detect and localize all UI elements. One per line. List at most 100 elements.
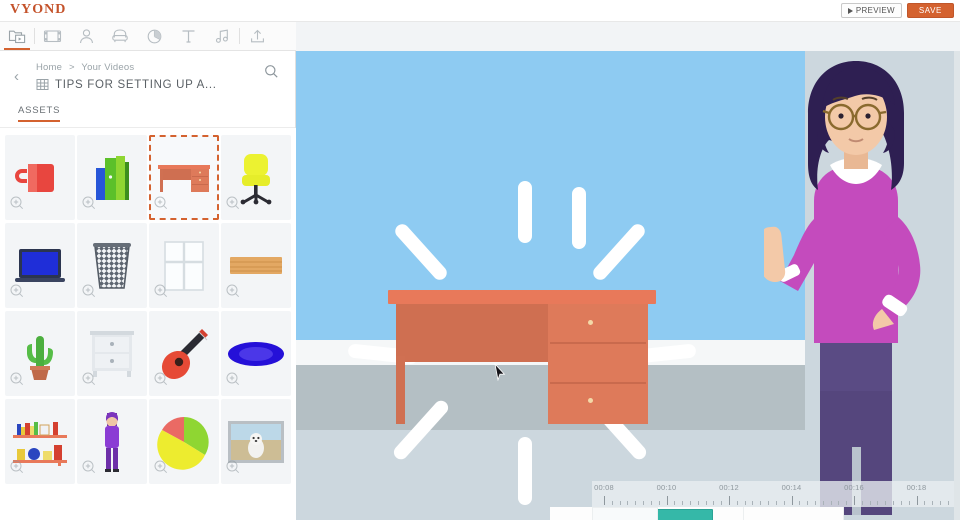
zoom-icon[interactable] xyxy=(154,284,168,303)
timeline-minor-tick xyxy=(838,501,840,505)
asset-grid xyxy=(0,128,296,520)
timeline-major-tick xyxy=(916,496,918,505)
tab-assets[interactable]: ASSETS xyxy=(18,105,61,122)
timeline-major-tick xyxy=(791,496,793,505)
asset-tile-framed-dog-photo[interactable] xyxy=(221,399,291,484)
audio-icon xyxy=(214,28,231,44)
timeline-minor-tick xyxy=(682,501,684,505)
chart-icon xyxy=(146,28,163,45)
zoom-icon[interactable] xyxy=(154,372,168,391)
scene-icon xyxy=(43,28,62,44)
asset-tile-blue-rug[interactable] xyxy=(221,311,291,396)
asset-tile-guitar[interactable] xyxy=(149,311,219,396)
page-title: TIPS FOR SETTING UP A... xyxy=(55,78,217,91)
timeline-minor-tick xyxy=(752,501,754,505)
zoom-icon[interactable] xyxy=(226,284,240,303)
desk-drawer-line xyxy=(550,342,646,344)
text-icon xyxy=(180,28,197,44)
toolbar-item-character[interactable] xyxy=(69,22,103,50)
desk-apron xyxy=(396,356,548,362)
asset-tile-office-chair[interactable] xyxy=(221,135,291,220)
timeline-minor-tick xyxy=(893,501,895,505)
timeline-minor-tick xyxy=(939,501,941,505)
toolbar-item-video[interactable] xyxy=(0,22,34,50)
timeline-minor-tick xyxy=(760,501,762,505)
character-icon xyxy=(78,28,95,45)
breadcrumb-home[interactable]: Home xyxy=(36,62,62,73)
zoom-icon[interactable] xyxy=(10,284,24,303)
back-button[interactable]: ‹ xyxy=(14,69,19,84)
grid-icon xyxy=(36,78,49,91)
scene-panel[interactable] xyxy=(744,507,844,520)
timeline-track[interactable]: 3 + xyxy=(550,507,960,520)
zoom-icon[interactable] xyxy=(154,460,168,479)
breadcrumb-current[interactable]: Your Videos xyxy=(81,62,134,73)
timeline-ruler[interactable]: 00:0800:1000:1200:1400:1600:1800:2000:22… xyxy=(592,481,960,507)
asset-tile-wire-trash-bin[interactable] xyxy=(77,223,147,308)
asset-tile-character-figure[interactable] xyxy=(77,399,147,484)
asset-tile-wood-board[interactable] xyxy=(221,223,291,308)
stage-prop-desk[interactable] xyxy=(388,290,656,425)
toolbar-item-text[interactable] xyxy=(171,22,205,50)
zoom-icon[interactable] xyxy=(226,460,240,479)
asset-tile-window[interactable] xyxy=(149,223,219,308)
asset-tile-nightstand[interactable] xyxy=(77,311,147,396)
play-icon xyxy=(847,7,853,14)
stage-scrollbar[interactable] xyxy=(954,51,960,520)
zoom-icon[interactable] xyxy=(82,196,96,215)
timeline[interactable]: 00:0800:1000:1200:1400:1600:1800:2000:22… xyxy=(550,481,960,520)
zoom-icon[interactable] xyxy=(226,196,240,215)
stage-area[interactable]: 00:0800:1000:1200:1400:1600:1800:2000:22… xyxy=(296,51,960,520)
preview-button[interactable]: PREVIEW xyxy=(840,3,902,18)
zoom-icon[interactable] xyxy=(82,284,96,303)
timeline-minor-tick xyxy=(658,501,660,505)
toolbar-item-scene[interactable] xyxy=(35,22,69,50)
timeline-minor-tick xyxy=(775,501,777,505)
asset-tile-desk[interactable] xyxy=(149,135,219,220)
asset-tile-pie-chart[interactable] xyxy=(149,399,219,484)
timeline-minor-tick xyxy=(689,501,691,505)
timeline-tick-label: 00:14 xyxy=(781,483,802,492)
save-button[interactable]: SAVE xyxy=(906,3,954,18)
asset-tile-laptop[interactable] xyxy=(5,223,75,308)
asset-tile-books[interactable] xyxy=(77,135,147,220)
zoom-icon[interactable] xyxy=(10,372,24,391)
timeline-minor-tick xyxy=(877,501,879,505)
zoom-icon[interactable] xyxy=(82,460,96,479)
timeline-minor-tick xyxy=(611,501,613,505)
toolbar-item-prop[interactable] xyxy=(103,22,137,50)
timeline-minor-tick xyxy=(674,501,676,505)
zoom-icon[interactable] xyxy=(10,196,24,215)
stage-character[interactable] xyxy=(761,51,960,520)
timeline-tick-label: 00:08 xyxy=(594,483,614,492)
zoom-icon[interactable] xyxy=(82,372,96,391)
zoom-icon[interactable] xyxy=(226,372,240,391)
timeline-minor-tick xyxy=(627,501,629,505)
preview-button-label: PREVIEW xyxy=(855,6,895,15)
toolbar-item-upload[interactable] xyxy=(240,22,274,50)
desk-drawers xyxy=(548,304,648,424)
video-canvas[interactable] xyxy=(296,51,805,505)
add-scene-button[interactable]: + xyxy=(592,507,658,520)
toolbar-filler xyxy=(296,22,960,51)
asset-tile-bookshelf[interactable] xyxy=(5,399,75,484)
desk-drawer-knob xyxy=(588,398,593,403)
timeline-tick-label: 00:18 xyxy=(906,483,927,492)
timeline-minor-tick xyxy=(736,501,738,505)
vyond-editor-window: VYOND PREVIEW SAVE ‹ Home > Your Videos … xyxy=(0,0,960,520)
search-icon[interactable] xyxy=(264,64,279,84)
timeline-major-tick xyxy=(666,496,668,505)
timeline-tick-label: 00:10 xyxy=(656,483,677,492)
timeline-minor-tick xyxy=(846,501,848,505)
asset-tile-red-mug[interactable] xyxy=(5,135,75,220)
toolbar-item-chart[interactable] xyxy=(137,22,171,50)
zoom-icon[interactable] xyxy=(10,460,24,479)
zoom-icon[interactable] xyxy=(154,196,168,215)
video-folder-icon xyxy=(8,28,27,45)
asset-tile-cactus-plant[interactable] xyxy=(5,311,75,396)
vyond-logo[interactable]: VYOND xyxy=(10,2,66,18)
timeline-minor-tick xyxy=(908,501,910,505)
toolbar-item-audio[interactable] xyxy=(205,22,239,50)
timeline-minor-tick xyxy=(635,501,637,505)
timeline-minor-tick xyxy=(697,501,699,505)
